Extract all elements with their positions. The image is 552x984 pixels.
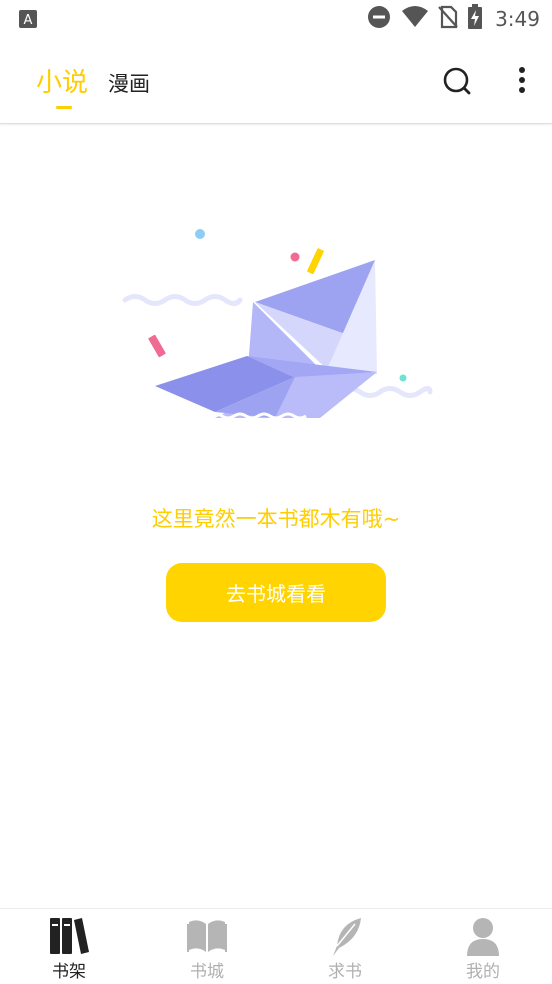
nav-item-bookstore[interactable]: 书城 bbox=[138, 909, 276, 984]
tab-comic[interactable]: 漫画 bbox=[108, 68, 150, 98]
status-bar: A 3:49 bbox=[0, 0, 552, 38]
feather-icon bbox=[333, 918, 361, 956]
nav-label-request-book: 求书 bbox=[328, 962, 362, 982]
more-options-button[interactable] bbox=[508, 62, 536, 100]
top-tab-bar: 小说 漫画 bbox=[0, 38, 552, 124]
nav-item-request-book[interactable]: 求书 bbox=[276, 909, 414, 984]
do-not-disturb-icon bbox=[367, 5, 391, 33]
nav-item-bookshelf[interactable]: 书架 bbox=[0, 909, 138, 984]
no-sim-icon bbox=[437, 5, 459, 33]
empty-message: 这里竟然一本书都木有哦~ bbox=[151, 507, 401, 531]
nav-item-profile[interactable]: 我的 bbox=[414, 909, 552, 984]
profile-icon bbox=[467, 918, 499, 956]
app-notification-icon: A bbox=[18, 9, 38, 29]
bookshelf-icon bbox=[50, 918, 89, 954]
search-button[interactable] bbox=[438, 62, 476, 100]
svg-text:A: A bbox=[24, 13, 33, 28]
open-book-icon bbox=[187, 920, 227, 952]
active-tab-indicator bbox=[56, 106, 72, 109]
nav-label-bookshelf: 书架 bbox=[52, 962, 86, 982]
battery-charging-icon bbox=[467, 4, 483, 34]
more-vertical-icon bbox=[519, 67, 525, 93]
bottom-navigation: 书架 书城 求书 我的 bbox=[0, 908, 552, 984]
status-time: 3:49 bbox=[495, 7, 540, 31]
paper-boat-illustration bbox=[115, 222, 440, 427]
wifi-icon bbox=[401, 5, 429, 33]
search-icon bbox=[443, 67, 471, 95]
status-icons: 3:49 bbox=[367, 4, 540, 34]
tab-novel[interactable]: 小说 bbox=[36, 62, 88, 99]
go-to-bookstore-button[interactable]: 去书城看看 bbox=[166, 563, 386, 622]
nav-label-bookstore: 书城 bbox=[190, 962, 224, 982]
nav-label-profile: 我的 bbox=[466, 962, 500, 982]
